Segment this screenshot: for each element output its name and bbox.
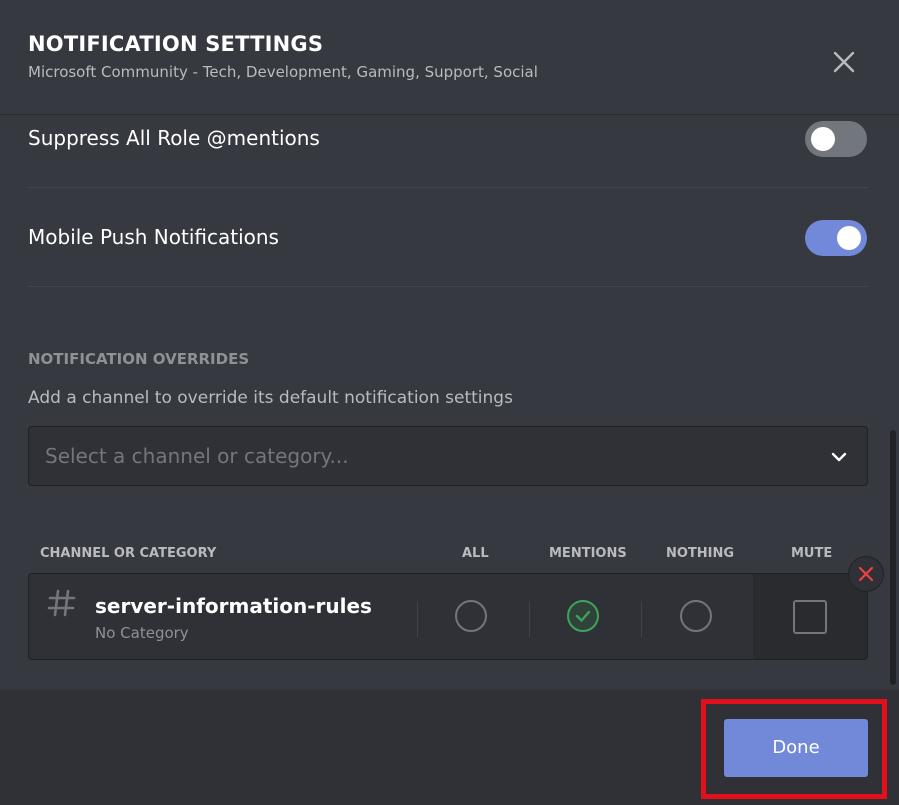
column-header-mute: MUTE bbox=[791, 546, 833, 561]
mute-checkbox[interactable] bbox=[793, 600, 827, 634]
column-header-all: ALL bbox=[462, 546, 489, 561]
column-separator bbox=[417, 601, 418, 637]
divider bbox=[28, 187, 868, 188]
channel-name: server-information-rules bbox=[95, 594, 372, 618]
overrides-section-title: NOTIFICATION OVERRIDES bbox=[28, 350, 250, 368]
radio-all[interactable] bbox=[455, 600, 487, 632]
column-separator bbox=[529, 601, 530, 637]
column-header-nothing: NOTHING bbox=[666, 546, 735, 561]
remove-override-button[interactable] bbox=[848, 556, 884, 592]
channel-category: No Category bbox=[95, 624, 189, 642]
divider bbox=[28, 286, 868, 287]
toggle-knob bbox=[811, 127, 835, 151]
radio-nothing[interactable] bbox=[680, 600, 712, 632]
channel-select[interactable]: Select a channel or category... bbox=[28, 426, 868, 486]
close-button[interactable] bbox=[830, 48, 858, 76]
channel-select-placeholder: Select a channel or category... bbox=[45, 444, 349, 468]
modal-header: NOTIFICATION SETTINGS Microsoft Communit… bbox=[0, 0, 899, 115]
close-icon bbox=[833, 51, 855, 73]
toggle-knob bbox=[837, 226, 861, 250]
suppress-role-mentions-toggle[interactable] bbox=[805, 121, 867, 157]
overrides-description: Add a channel to override its default no… bbox=[28, 388, 513, 408]
radio-mentions[interactable] bbox=[567, 600, 599, 632]
chevron-down-icon bbox=[831, 452, 847, 462]
column-separator bbox=[641, 601, 642, 637]
suppress-role-mentions-label: Suppress All Role @mentions bbox=[28, 126, 320, 150]
column-header-mentions: MENTIONS bbox=[549, 546, 627, 561]
text-channel-icon bbox=[47, 589, 76, 617]
scrollbar[interactable] bbox=[890, 430, 896, 685]
mobile-push-label: Mobile Push Notifications bbox=[28, 225, 279, 249]
done-button[interactable]: Done bbox=[724, 719, 868, 777]
server-name: Microsoft Community - Tech, Development,… bbox=[28, 63, 538, 81]
close-icon bbox=[858, 566, 874, 582]
checkmark-icon bbox=[575, 610, 591, 622]
column-header-channel: CHANNEL OR CATEGORY bbox=[40, 546, 217, 561]
override-row: server-information-rules No Category bbox=[28, 573, 868, 660]
mobile-push-toggle[interactable] bbox=[805, 220, 867, 256]
modal-title: NOTIFICATION SETTINGS bbox=[28, 32, 324, 56]
